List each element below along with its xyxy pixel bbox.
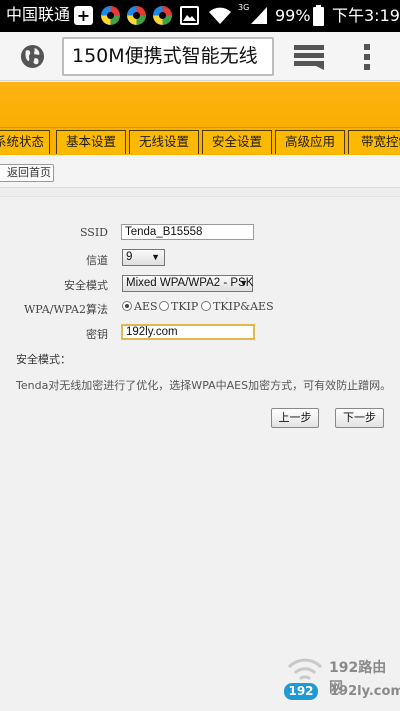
algorithm-radio-tkip[interactable]: TKIP [159, 301, 198, 313]
radio-icon [159, 301, 169, 311]
security-mode-value: Mixed WPA/WPA2 - PSK [126, 277, 254, 289]
back-to-home-button[interactable]: 返回首页 [0, 164, 54, 182]
note-text: Tenda对无线加密进行了优化，选择WPA中AES加密方式，可有效防止蹭网。 [16, 379, 392, 392]
algorithm-radio-tkip-aes[interactable]: TKIP&AES [201, 301, 274, 313]
network-type: 3G [238, 3, 250, 12]
algorithm-option-label: AES [134, 300, 158, 313]
carrier-name: 中国联通 [6, 5, 71, 24]
battery-percent: 99% [275, 6, 311, 25]
globe-icon[interactable] [20, 44, 45, 69]
tab-wireless-settings[interactable]: 无线设置 [129, 130, 199, 154]
tab-basic-settings[interactable]: 基本设置 [56, 130, 126, 154]
ssid-input[interactable]: Tenda_B15558 [121, 224, 254, 240]
watermark-url: 192ly.com [330, 684, 400, 699]
tab-bandwidth-control[interactable]: 带宽控制 [348, 130, 400, 154]
algorithm-label: WPA/WPA2算法 [24, 303, 108, 316]
overflow-menu-icon[interactable] [363, 44, 371, 70]
router-banner [0, 82, 400, 127]
channel-value: 9 [126, 251, 133, 263]
watermark-badge: 192 [284, 683, 318, 700]
security-mode-label: 安全模式 [64, 279, 108, 292]
nav-bar: 系统状态 基本设置 无线设置 安全设置 高级应用 带宽控制 [0, 127, 400, 155]
clock: 下午3:19 [332, 6, 400, 25]
algorithm-radio-aes[interactable]: AES [122, 301, 158, 313]
tab-security-settings[interactable]: 安全设置 [202, 130, 272, 154]
app-circle-icon [153, 6, 172, 25]
algorithm-option-label: TKIP [171, 300, 199, 313]
image-icon [180, 6, 199, 25]
channel-select[interactable]: 9 ▼ [122, 249, 165, 266]
ssid-label: SSID [79, 226, 108, 239]
plus-icon: + [74, 6, 93, 25]
algorithm-option-label: TKIP&AES [213, 300, 274, 313]
radio-checked-icon [122, 301, 132, 311]
wifi-icon [209, 7, 231, 24]
browser-toolbar: 150M便携式智能无线 [0, 32, 400, 81]
sub-bar: 返回首页 [0, 155, 400, 188]
page-title-box[interactable]: 150M便携式智能无线 [62, 37, 274, 76]
content-area [0, 196, 400, 711]
key-label: 密钥 [86, 328, 108, 341]
battery-icon [313, 5, 324, 26]
next-button[interactable]: 下一步 [335, 408, 384, 428]
tabs-icon[interactable] [294, 44, 324, 70]
key-input[interactable]: 192ly.com [121, 324, 255, 340]
app-circle-icon [127, 6, 146, 25]
status-bar: 中国联通 + 3G 99% 下午3:19 [0, 0, 400, 32]
app-circle-icon [101, 6, 120, 25]
signal-icon [251, 7, 267, 24]
radio-icon [201, 301, 211, 311]
previous-button[interactable]: 上一步 [271, 408, 319, 428]
note-title: 安全模式： [16, 353, 71, 366]
chevron-down-icon: ▼ [151, 252, 160, 262]
channel-label: 信道 [86, 254, 108, 267]
tab-advanced[interactable]: 高级应用 [275, 130, 345, 154]
chevron-down-icon: ▼ [239, 278, 248, 288]
wifi-watermark-icon [287, 658, 323, 681]
tab-system-status[interactable]: 系统状态 [0, 130, 50, 154]
security-mode-select[interactable]: Mixed WPA/WPA2 - PSK ▼ [122, 275, 253, 292]
